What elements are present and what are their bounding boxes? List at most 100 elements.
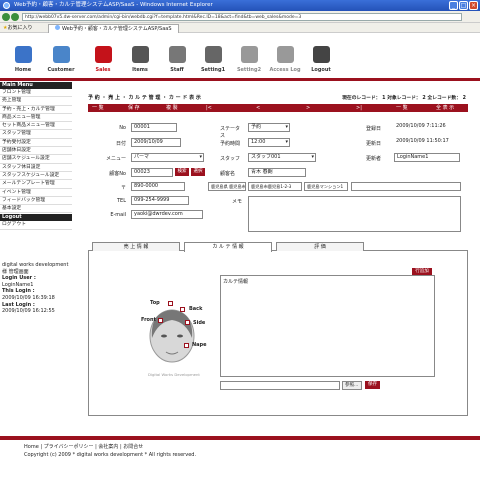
sales-icon [94, 46, 112, 63]
menu-select[interactable]: パーマ [131, 153, 204, 162]
url-input[interactable]: http://webb07v5.dw-server.com/admin/cgi-… [22, 13, 462, 21]
top-checkbox[interactable] [168, 301, 173, 306]
face-label-top: Top [150, 300, 160, 306]
toolbar-items-button[interactable]: Items [123, 46, 157, 73]
email-label: E-mail [110, 212, 126, 218]
nav-item-6[interactable]: >| [356, 104, 362, 112]
file-path-input[interactable] [220, 381, 340, 390]
no-field[interactable]: 00001 [131, 123, 177, 132]
maximize-button[interactable]: □ [459, 1, 468, 10]
nav-item-1[interactable]: 保 存 [128, 104, 140, 112]
toolbar-label: Setting2 [236, 67, 262, 73]
status-label: ステータス [220, 126, 241, 139]
sidebar-item-4[interactable]: セット商品メニュー管理 [0, 122, 72, 131]
toolbar-label: Home [14, 67, 32, 73]
cust-no-field[interactable]: 00023 [131, 168, 173, 177]
save-button[interactable]: 保存 [365, 381, 380, 389]
search-button[interactable]: 検索 [175, 168, 189, 176]
zip-field[interactable]: 890-0000 [131, 182, 185, 191]
back-icon[interactable] [2, 13, 10, 21]
memo-textarea[interactable] [248, 196, 461, 232]
nav-item-0[interactable]: 一 覧 [92, 104, 104, 112]
forward-icon[interactable] [11, 13, 19, 21]
sidebar-item-11[interactable]: メールテンプレート管理 [0, 180, 72, 189]
nav-item-4[interactable]: < [256, 104, 260, 112]
tel-field[interactable]: 099-254-9999 [131, 196, 189, 205]
sidebar-item-3[interactable]: 商品メニュー管理 [0, 114, 72, 123]
sidebar-item-logout[interactable]: ログアウト [0, 221, 72, 230]
nav-item-5[interactable]: > [306, 104, 310, 112]
updater-field[interactable]: LoginName1 [394, 153, 460, 162]
sidebar-item-6[interactable]: 予約受付設定 [0, 139, 72, 148]
side-checkbox[interactable] [185, 320, 190, 325]
sidebar-item-8[interactable]: 店舗スケジュール設定 [0, 155, 72, 164]
addr3-field[interactable]: 鹿児島マンション1 [304, 182, 348, 191]
home-icon [14, 46, 32, 63]
browser-tab[interactable]: Web予約・顧客・カルテ管理システムASP/SaaS [48, 24, 179, 33]
toolbar-logout-button[interactable]: Logout [304, 46, 338, 73]
toolbar-label: Access Log [269, 67, 301, 73]
name-label: 顧客名 [220, 171, 236, 177]
sidebar-item-7[interactable]: 店舗休日設定 [0, 147, 72, 156]
browse-button[interactable]: 参照... [342, 381, 362, 390]
minimize-button[interactable]: _ [449, 1, 458, 10]
sidebar-item-12[interactable]: イベント管理 [0, 189, 72, 197]
toolbar-setting1-button[interactable]: Setting1 [196, 46, 230, 73]
tab-label: Web予約・顧客・カルテ管理システムASP/SaaS [62, 26, 172, 32]
toolbar-home-button[interactable]: Home [6, 46, 40, 73]
sidebar-item-5[interactable]: スタッフ管理 [0, 130, 72, 139]
toolbar-label: Sales [95, 67, 111, 73]
items-icon [131, 46, 149, 63]
company-name: digital works development 様 管理画面 [2, 262, 69, 275]
front-checkbox[interactable] [158, 318, 163, 323]
status-select[interactable]: 予約 [248, 123, 290, 132]
toolbar-sales-button[interactable]: Sales [86, 46, 120, 73]
back-checkbox[interactable] [180, 307, 185, 312]
nav-item-2[interactable]: 複 製 [166, 104, 178, 112]
sidebar-item-9[interactable]: スタッフ休日設定 [0, 164, 72, 172]
sidebar-item-1[interactable]: 売上管理 [0, 97, 72, 106]
toolbar-access-log-button[interactable]: Access Log [268, 46, 302, 73]
staff-select[interactable]: スタッフ001 [248, 153, 316, 162]
setting2-icon [240, 46, 258, 63]
logout-title: Logout [0, 214, 72, 222]
tab-ie-icon [55, 25, 60, 30]
name-field[interactable]: 青木 春朗 [248, 168, 306, 177]
nape-checkbox[interactable] [184, 343, 189, 348]
nav-item-3[interactable]: |< [206, 104, 212, 112]
favorites-label[interactable]: お気に入り [7, 25, 32, 31]
ie-icon [3, 2, 10, 9]
karte-textarea[interactable]: カルテ情報 [220, 275, 435, 377]
email-field[interactable]: yaoki@dwrdev.com [131, 210, 203, 219]
tab-rating[interactable]: 評 価 [276, 242, 364, 251]
addr4-field[interactable] [351, 182, 461, 191]
sidebar-item-0[interactable]: フロント管理 [0, 89, 72, 98]
addr1-field[interactable]: 鹿児島県 鹿児島市 [208, 182, 246, 191]
upd-label: 更新日 [366, 141, 382, 147]
select-button[interactable]: 選択 [191, 168, 205, 176]
reg-label: 登録日 [366, 126, 382, 132]
tabs-bar: 売 上 情 報 カ ル テ 情 報 評 価 [88, 242, 468, 252]
record-count: 現在のレコード： 1 対象レコード： 2 全レコード数： 2 [342, 96, 466, 101]
nav-item-8[interactable]: 全 表 示 [436, 104, 454, 112]
addr2-field[interactable]: 鹿児島市鹿児島1-2-3 [248, 182, 302, 191]
toolbar-customer-button[interactable]: Customer [44, 46, 78, 73]
sidebar-item-13[interactable]: フィードバック管理 [0, 197, 72, 206]
toolbar-setting2-button[interactable]: Setting2 [232, 46, 266, 73]
nav-item-7[interactable]: 一 覧 [396, 104, 408, 112]
time-select[interactable]: 12:00 [248, 138, 290, 147]
sidebar-item-10[interactable]: スタッフスケジュール設定 [0, 172, 72, 181]
footer-links[interactable]: Home | プライバシーポリシー | 会社案内 | お問合せ [24, 443, 143, 450]
sidebar-item-2[interactable]: 予約・売上・カルテ管理 [0, 106, 72, 114]
date-field[interactable]: 2009/10/09 [131, 138, 181, 147]
login-user: LoginName1 [2, 281, 34, 288]
footer-bar [0, 436, 480, 440]
sidebar-item-14[interactable]: 基本設定 [0, 205, 72, 214]
tab-sales[interactable]: 売 上 情 報 [92, 242, 180, 251]
karte-header: カルテ情報 [223, 279, 249, 285]
this-login: 2009/10/09 16:39:18 [2, 294, 55, 301]
close-button[interactable]: × [469, 1, 478, 10]
toolbar-staff-button[interactable]: Staff [160, 46, 194, 73]
login-user-label: Login User : [2, 275, 36, 282]
cust-no-label: 顧客No [109, 171, 126, 177]
